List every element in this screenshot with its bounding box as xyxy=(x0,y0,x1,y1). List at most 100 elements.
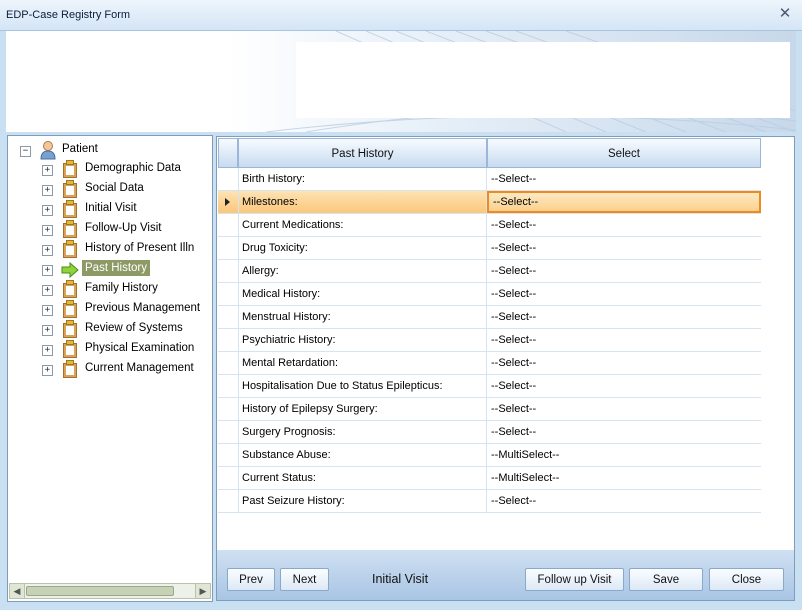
history-item-select[interactable]: --Select-- xyxy=(487,191,761,213)
banner-content-area xyxy=(296,42,790,118)
table-row[interactable]: Medical History: --Select-- xyxy=(218,283,761,306)
row-selector[interactable] xyxy=(218,329,239,351)
table-row[interactable]: Surgery Prognosis: --Select-- xyxy=(218,421,761,444)
prev-button[interactable]: Prev xyxy=(227,568,275,591)
history-item-label: Current Medications: xyxy=(238,214,487,236)
history-item-select[interactable]: --Select-- xyxy=(487,490,761,512)
table-row[interactable]: Allergy: --Select-- xyxy=(218,260,761,283)
tree-label[interactable]: Physical Examination xyxy=(82,340,197,356)
tree-label[interactable]: Review of Systems xyxy=(82,320,186,336)
history-item-label: Mental Retardation: xyxy=(238,352,487,374)
history-item-select[interactable]: --Select-- xyxy=(487,329,761,351)
row-selector[interactable] xyxy=(218,191,239,213)
row-selector[interactable] xyxy=(218,352,239,374)
horizontal-scrollbar[interactable]: ◀ ▶ xyxy=(9,583,211,599)
tree-node-follow-up-visit[interactable]: + Follow-Up Visit xyxy=(8,220,208,240)
expand-icon[interactable]: + xyxy=(42,245,53,256)
scroll-right-icon[interactable]: ▶ xyxy=(195,584,210,598)
expand-icon[interactable]: + xyxy=(42,265,53,276)
collapse-icon[interactable]: − xyxy=(20,146,31,157)
column-header-select[interactable]: Select xyxy=(487,138,761,168)
table-row[interactable]: Mental Retardation: --Select-- xyxy=(218,352,761,375)
history-item-select[interactable]: --Select-- xyxy=(487,283,761,305)
expand-icon[interactable]: + xyxy=(42,225,53,236)
tree-label[interactable]: Previous Management xyxy=(82,300,203,316)
row-selector[interactable] xyxy=(218,398,239,420)
tree-label[interactable]: Family History xyxy=(82,280,161,296)
expand-icon[interactable]: + xyxy=(42,185,53,196)
table-row[interactable]: History of Epilepsy Surgery: --Select-- xyxy=(218,398,761,421)
row-selector[interactable] xyxy=(218,444,239,466)
row-selector[interactable] xyxy=(218,237,239,259)
history-item-select[interactable]: --Select-- xyxy=(487,398,761,420)
history-item-select[interactable]: --MultiSelect-- xyxy=(487,444,761,466)
tree-label[interactable]: Current Management xyxy=(82,360,197,376)
history-item-label: Hospitalisation Due to Status Epilepticu… xyxy=(238,375,487,397)
row-selector[interactable] xyxy=(218,490,239,512)
tree-node-review-of-systems[interactable]: + Review of Systems xyxy=(8,320,208,340)
table-row[interactable]: Birth History: --Select-- xyxy=(218,168,761,191)
tree-label[interactable]: Initial Visit xyxy=(82,200,140,216)
history-item-select[interactable]: --Select-- xyxy=(487,168,761,190)
tree-node-demographic-data[interactable]: + Demographic Data xyxy=(8,160,208,180)
history-item-select[interactable]: --Select-- xyxy=(487,306,761,328)
follow-up-visit-button[interactable]: Follow up Visit xyxy=(525,568,624,591)
history-item-select[interactable]: --Select-- xyxy=(487,214,761,236)
history-item-select[interactable]: --Select-- xyxy=(487,237,761,259)
expand-icon[interactable]: + xyxy=(42,345,53,356)
tree-label[interactable]: Past History xyxy=(82,260,150,276)
row-selector[interactable] xyxy=(218,306,239,328)
column-header-past-history[interactable]: Past History xyxy=(238,138,487,168)
history-item-select[interactable]: --Select-- xyxy=(487,352,761,374)
clipboard-icon xyxy=(62,320,78,338)
history-item-label: History of Epilepsy Surgery: xyxy=(238,398,487,420)
table-row[interactable]: Current Status: --MultiSelect-- xyxy=(218,467,761,490)
next-button[interactable]: Next xyxy=(280,568,329,591)
table-row[interactable]: Substance Abuse: --MultiSelect-- xyxy=(218,444,761,467)
table-row[interactable]: Menstrual History: --Select-- xyxy=(218,306,761,329)
history-item-select[interactable]: --Select-- xyxy=(487,260,761,282)
row-selector[interactable] xyxy=(218,214,239,236)
row-selector[interactable] xyxy=(218,421,239,443)
clipboard-icon xyxy=(62,160,78,178)
expand-icon[interactable]: + xyxy=(42,165,53,176)
tree-label[interactable]: Demographic Data xyxy=(82,160,184,176)
scroll-thumb[interactable] xyxy=(26,586,174,596)
tree-node-physical-examination[interactable]: + Physical Examination xyxy=(8,340,208,360)
expand-icon[interactable]: + xyxy=(42,205,53,216)
row-selector[interactable] xyxy=(218,260,239,282)
row-selector[interactable] xyxy=(218,168,239,190)
table-row[interactable]: Past Seizure History: --Select-- xyxy=(218,490,761,513)
expand-icon[interactable]: + xyxy=(42,325,53,336)
row-selector[interactable] xyxy=(218,375,239,397)
table-row[interactable]: Current Medications: --Select-- xyxy=(218,214,761,237)
history-item-select[interactable]: --Select-- xyxy=(487,421,761,443)
scroll-left-icon[interactable]: ◀ xyxy=(10,584,25,598)
expand-icon[interactable]: + xyxy=(42,365,53,376)
table-row[interactable]: Hospitalisation Due to Status Epilepticu… xyxy=(218,375,761,398)
tree-node-family-history[interactable]: + Family History xyxy=(8,280,208,300)
row-selector[interactable] xyxy=(218,467,239,489)
close-icon[interactable]: ✕ xyxy=(778,5,792,23)
row-selector[interactable] xyxy=(218,283,239,305)
history-item-select[interactable]: --MultiSelect-- xyxy=(487,467,761,489)
tree-node-previous-management[interactable]: + Previous Management xyxy=(8,300,208,320)
expand-icon[interactable]: + xyxy=(42,305,53,316)
tree-node-initial-visit[interactable]: + Initial Visit xyxy=(8,200,208,220)
tree-node-patient[interactable]: − Patient xyxy=(8,140,208,160)
tree-label[interactable]: Follow-Up Visit xyxy=(82,220,164,236)
tree-label[interactable]: History of Present Illn xyxy=(82,240,197,256)
save-button[interactable]: Save xyxy=(629,568,703,591)
tree-label[interactable]: Social Data xyxy=(82,180,147,196)
table-row[interactable]: Psychiatric History: --Select-- xyxy=(218,329,761,352)
tree-node-social-data[interactable]: + Social Data xyxy=(8,180,208,200)
tree-node-history-of-present-illn[interactable]: + History of Present Illn xyxy=(8,240,208,260)
table-row[interactable]: Drug Toxicity: --Select-- xyxy=(218,237,761,260)
tree-node-current-management[interactable]: + Current Management xyxy=(8,360,208,380)
close-button[interactable]: Close xyxy=(709,568,784,591)
tree-node-past-history[interactable]: + Past History xyxy=(8,260,208,280)
table-row[interactable]: Milestones: --Select-- xyxy=(218,191,761,214)
history-item-select[interactable]: --Select-- xyxy=(487,375,761,397)
tree-label-patient: Patient xyxy=(62,143,98,155)
expand-icon[interactable]: + xyxy=(42,285,53,296)
